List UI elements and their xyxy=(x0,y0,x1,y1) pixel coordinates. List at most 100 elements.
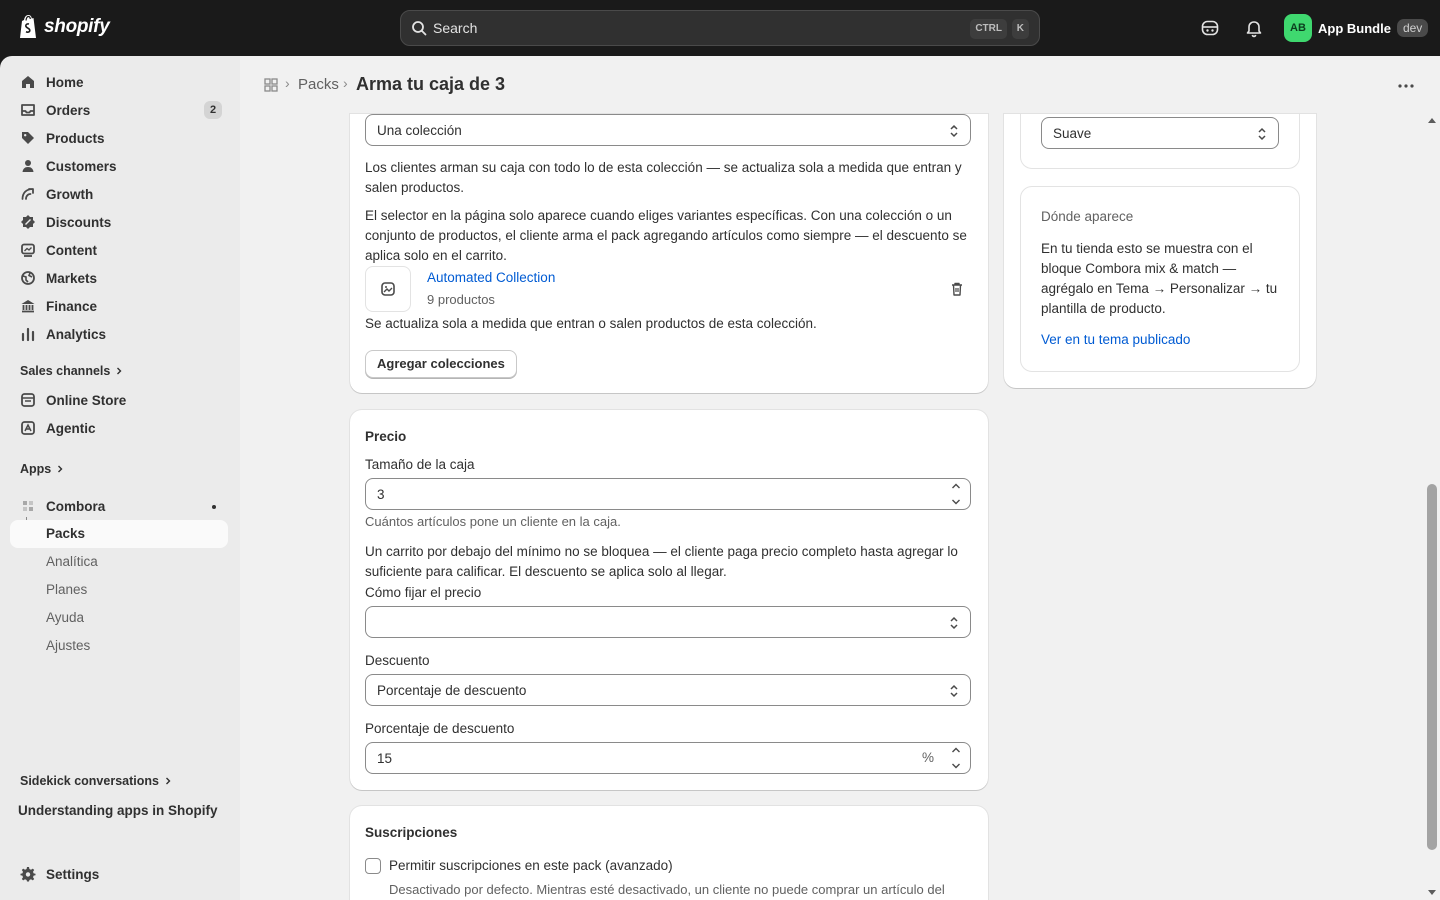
chevron-right-icon xyxy=(58,465,63,473)
sidebar-item-settings[interactable]: Settings xyxy=(10,860,228,888)
collection-product-count: 9 productos xyxy=(427,292,495,307)
collection-description: Los clientes arman su caja con todo lo d… xyxy=(365,160,962,195)
pricing-method-select[interactable] xyxy=(365,606,971,638)
sidebar: Home Orders 2 Products Customers Growth … xyxy=(0,56,240,900)
sidebar-item-markets[interactable]: Markets xyxy=(10,264,228,292)
sidebar-item-label: Agentic xyxy=(46,420,96,436)
sidekick-conversations-header[interactable]: Sidekick conversations xyxy=(20,774,173,788)
avatar: AB xyxy=(1284,14,1312,42)
sidebar-item-label: Orders xyxy=(46,102,91,118)
shortcut-ctrl-key: CTRL xyxy=(970,19,1007,39)
sidekick-icon[interactable] xyxy=(1200,18,1220,38)
discount-percent-value: 15 xyxy=(377,750,393,766)
sidebar-item-online-store[interactable]: Online Store xyxy=(10,386,228,414)
trash-icon[interactable] xyxy=(949,281,965,297)
sidekick-conversation-item[interactable]: Understanding apps in Shopify xyxy=(8,796,226,824)
allow-subscriptions-checkbox[interactable] xyxy=(365,858,381,874)
sidebar-item-finance[interactable]: Finance xyxy=(10,292,228,320)
where-it-appears-card: Dónde aparece En tu tienda esto se muest… xyxy=(1020,186,1300,372)
discount-type-select[interactable]: Porcentaje de descuento xyxy=(365,674,971,706)
page-title: Arma tu caja de 3 xyxy=(356,74,506,94)
sidebar-item-orders[interactable]: Orders 2 xyxy=(10,96,228,124)
sidebar-subitem-ayuda[interactable]: Ayuda xyxy=(46,610,84,625)
sidebar-subitem-packs-label: Packs xyxy=(46,526,86,541)
bell-icon[interactable] xyxy=(1244,18,1264,38)
pricing-method-label: Cómo fijar el precio xyxy=(365,585,482,600)
discount-label: Descuento xyxy=(365,653,430,668)
sidebar-item-label: Finance xyxy=(46,298,98,314)
style-select[interactable]: Suave xyxy=(1041,117,1279,149)
sidebar-item-agentic[interactable]: Agentic xyxy=(10,414,228,442)
scrollbar-thumb[interactable] xyxy=(1427,484,1437,850)
collection-name-link[interactable]: Automated Collection xyxy=(427,270,555,285)
chevron-up-icon[interactable] xyxy=(951,482,961,490)
discount-percent-stepper[interactable] xyxy=(947,746,965,770)
sidebar-item-discounts[interactable]: Discounts xyxy=(10,208,228,236)
collection-thumbnail xyxy=(365,266,411,312)
style-card: Suave xyxy=(1020,114,1300,169)
breadcrumb: › Packs › Arma tu caja de 3 xyxy=(240,56,1440,114)
app-grid-icon[interactable] xyxy=(264,78,278,92)
home-icon xyxy=(22,76,34,88)
sidebar-subitem-ajustes[interactable]: Ajustes xyxy=(46,638,90,653)
orders-count-badge: 2 xyxy=(204,101,222,119)
box-size-label: Tamaño de la caja xyxy=(365,457,475,472)
search-bar[interactable]: Search CTRL K xyxy=(400,10,1040,46)
more-actions-icon[interactable] xyxy=(1396,76,1416,96)
where-it-appears-body: En tu tienda esto se muestra con el bloq… xyxy=(1041,241,1278,316)
add-collections-button[interactable]: Agregar colecciones xyxy=(365,350,517,378)
sidebar-item-label: Customers xyxy=(46,158,117,174)
growth-icon xyxy=(21,188,34,200)
sidebar-item-analytics[interactable]: Analytics xyxy=(10,320,228,348)
allow-subscriptions-label[interactable]: Permitir suscripciones en este pack (ava… xyxy=(389,858,673,873)
chevron-down-icon[interactable] xyxy=(951,498,961,506)
sidebar-item-growth[interactable]: Growth xyxy=(10,180,228,208)
source-select[interactable]: Una colección xyxy=(365,114,971,146)
chevron-up-icon[interactable] xyxy=(951,746,961,754)
account-menu[interactable]: AB App Bundle dev xyxy=(1284,14,1429,42)
sidebar-item-customers[interactable]: Customers xyxy=(10,152,228,180)
percent-suffix: % xyxy=(921,750,934,765)
sidekick-conversation-label: Understanding apps in Shopify xyxy=(18,802,218,818)
sidebar-item-products[interactable]: Products xyxy=(10,124,228,152)
sidebar-subitem-packs[interactable] xyxy=(10,520,228,548)
style-select-value: Suave xyxy=(1053,125,1092,141)
dev-badge: dev xyxy=(1396,19,1429,37)
subscriptions-card: Suscripciones Permitir suscripciones en … xyxy=(350,806,988,900)
search-placeholder: Search xyxy=(433,20,478,36)
view-published-theme-link[interactable]: Ver en tu tema publicado xyxy=(1041,332,1190,347)
discount-icon xyxy=(21,215,35,229)
breadcrumb-separator: › xyxy=(285,75,290,91)
sidebar-item-combora[interactable]: Combora xyxy=(10,492,228,520)
sidebar-item-label: Products xyxy=(46,130,105,146)
breadcrumb-packs-link[interactable]: Packs xyxy=(298,76,339,93)
where-it-appears-heading: Dónde aparece xyxy=(1041,209,1134,224)
account-name: App Bundle xyxy=(1318,20,1391,36)
sidebar-subitem-planes[interactable]: Planes xyxy=(46,582,87,597)
sidebar-item-content[interactable]: Content xyxy=(10,236,228,264)
chevron-right-icon xyxy=(117,367,122,375)
box-size-input[interactable]: 3 xyxy=(365,478,971,510)
select-chevrons-icon xyxy=(950,616,958,630)
sidebar-subitem-analitica[interactable]: Analítica xyxy=(46,554,98,569)
price-heading: Precio xyxy=(365,429,407,444)
sidebar-item-label: Home xyxy=(46,74,84,90)
discount-percent-input[interactable]: 15 % xyxy=(365,742,971,774)
agentic-icon xyxy=(21,421,35,435)
scroll-up-arrow-icon[interactable] xyxy=(1427,116,1437,124)
scroll-down-arrow-icon[interactable] xyxy=(1427,889,1437,897)
apps-label: Apps xyxy=(20,462,52,476)
cart-minimum-note: Un carrito por debajo del mínimo no se b… xyxy=(365,544,958,579)
shopify-logo[interactable]: shopify xyxy=(18,14,110,40)
box-size-stepper[interactable] xyxy=(947,482,965,506)
image-placeholder-icon xyxy=(381,282,395,296)
chevron-down-icon[interactable] xyxy=(951,762,961,770)
content-icon xyxy=(21,243,35,257)
subscriptions-heading: Suscripciones xyxy=(365,825,458,840)
apps-header[interactable]: Apps xyxy=(20,462,65,476)
sales-channels-header[interactable]: Sales channels xyxy=(20,364,124,378)
sidebar-item-home[interactable]: Home xyxy=(10,68,228,96)
main-content: › Packs › Arma tu caja de 3 Una colecció… xyxy=(240,56,1440,900)
chevron-right-icon xyxy=(165,777,171,785)
sidebar-item-label: Discounts xyxy=(46,214,112,230)
